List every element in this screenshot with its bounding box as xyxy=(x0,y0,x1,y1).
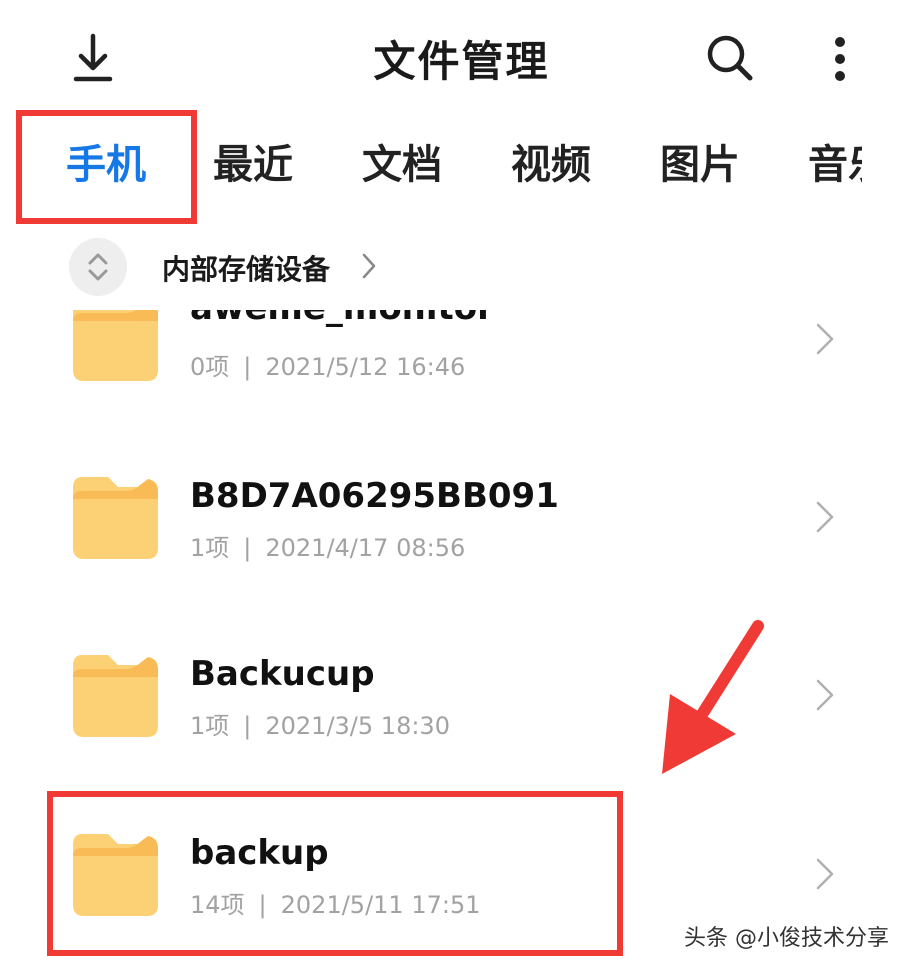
expand-collapse-icon xyxy=(88,253,108,281)
folder-icon xyxy=(73,310,158,381)
arrow-annotation-icon xyxy=(662,620,764,774)
chevron-right-icon xyxy=(816,501,834,533)
chevron-right-icon xyxy=(816,858,834,890)
highlight-box-tab xyxy=(16,110,197,224)
page-title: 文件管理 xyxy=(373,37,550,86)
folder-icon xyxy=(73,655,158,737)
folder-icon xyxy=(73,477,158,559)
list-item[interactable]: Backucup 1项 | 2021/3/5 18:30 xyxy=(0,616,923,794)
chevron-right-icon xyxy=(362,253,376,279)
tab-documents[interactable]: 文档 xyxy=(362,140,442,190)
watermark: 头条 @小俊技术分享 xyxy=(684,926,889,951)
file-name: aweme_monitor xyxy=(190,310,494,328)
tab-recent[interactable]: 最近 xyxy=(213,140,293,190)
list-item[interactable]: B8D7A06295BB091 1项 | 2021/4/17 08:56 xyxy=(0,438,923,616)
storage-toggle-button[interactable] xyxy=(69,238,127,296)
file-meta: 1项 | 2021/4/17 08:56 xyxy=(190,534,466,562)
more-vertical-icon xyxy=(835,37,845,81)
file-meta: 1项 | 2021/3/5 18:30 xyxy=(190,712,450,740)
chevron-right-icon xyxy=(816,679,834,711)
file-name: Backucup xyxy=(190,654,375,694)
search-button[interactable] xyxy=(702,30,758,86)
highlight-box-backup xyxy=(47,791,623,956)
file-meta: 0项 | 2021/5/12 16:46 xyxy=(190,353,466,381)
list-item[interactable]: aweme_monitor 0项|2021/5/12 16:46 xyxy=(0,310,923,438)
file-name: B8D7A06295BB091 xyxy=(190,476,559,516)
tab-videos[interactable]: 视频 xyxy=(511,140,591,190)
breadcrumb[interactable]: 内部存储设备 xyxy=(162,248,330,288)
tab-images[interactable]: 图片 xyxy=(660,140,740,190)
more-button[interactable] xyxy=(820,30,860,86)
search-icon xyxy=(707,35,753,81)
chevron-right-icon xyxy=(816,323,834,355)
tab-music[interactable]: 音乐 xyxy=(808,140,862,190)
